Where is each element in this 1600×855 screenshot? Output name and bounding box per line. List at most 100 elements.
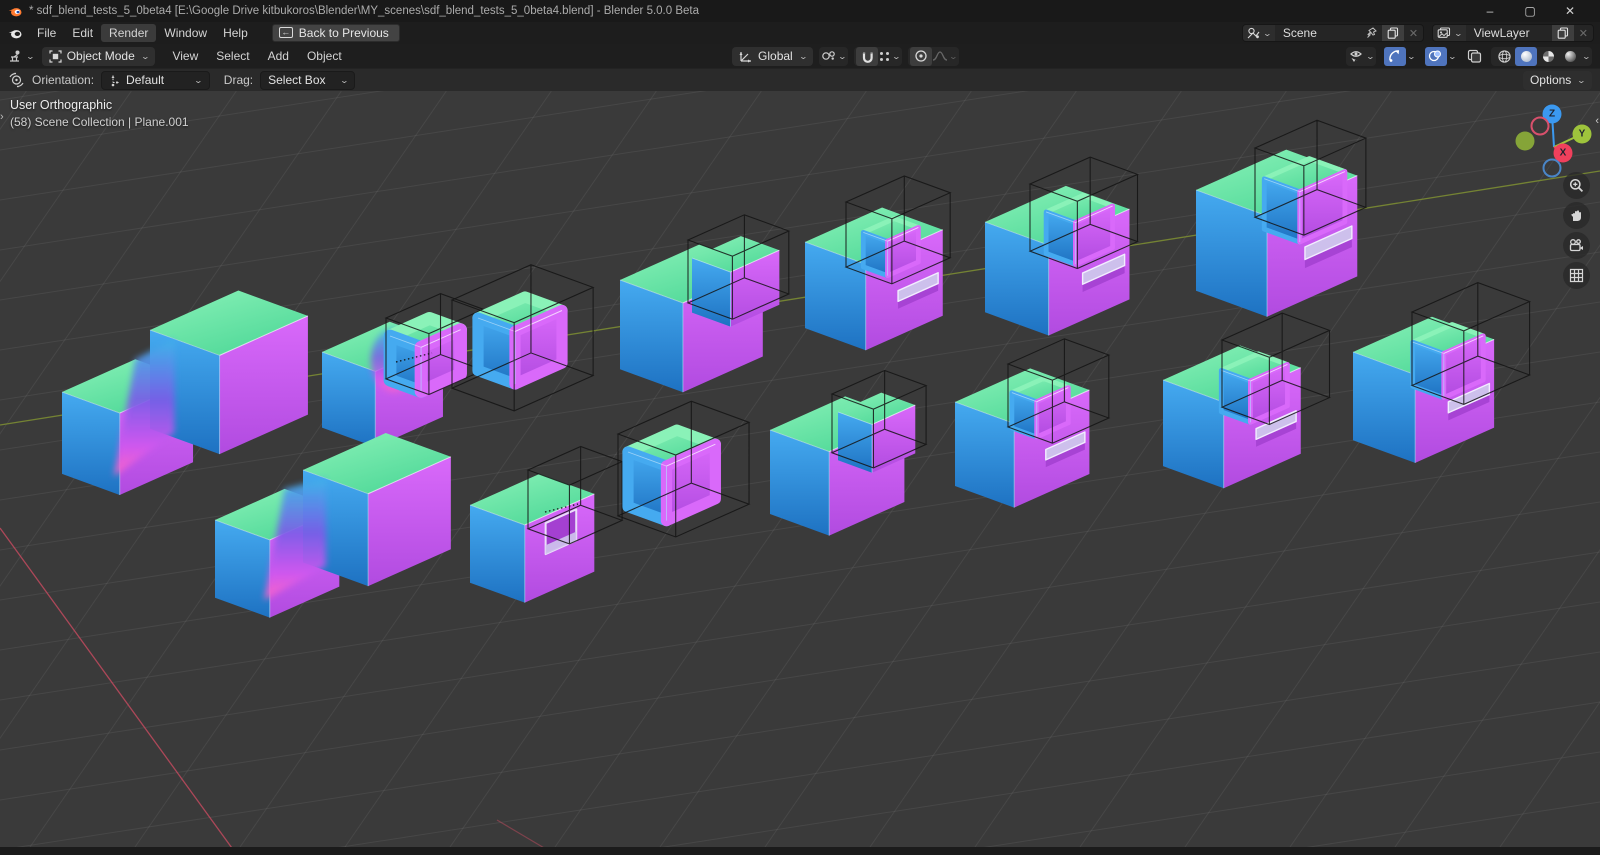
viewport-menu-object[interactable]: Object (298, 47, 351, 65)
new-view-layer-copy-icon[interactable] (1557, 27, 1569, 39)
maximize-button[interactable]: ▢ (1516, 4, 1544, 18)
menu-render[interactable]: Render (101, 24, 157, 42)
sdf-bottom-6-groove[interactable] (1162, 312, 1331, 489)
gizmo-axis-neg-y[interactable] (1515, 131, 1535, 151)
visibility-dropdown[interactable]: ⌄ (1346, 46, 1376, 66)
show-gizmo-toggle[interactable] (1383, 46, 1406, 66)
view-layer-icon (1437, 27, 1451, 38)
shading-wireframe-button[interactable] (1493, 47, 1515, 66)
sdf-bottom-4-union[interactable] (769, 369, 928, 536)
gizmo-axis-neg-z[interactable] (1542, 158, 1562, 178)
object-mode-icon (49, 49, 62, 63)
menu-file[interactable]: File (29, 24, 64, 42)
orientation-default-icon (111, 75, 120, 86)
orientation-dd-chevron-icon: ⌄ (193, 75, 204, 85)
zoom-button[interactable] (1563, 172, 1590, 199)
sdf-top-7-groove[interactable] (1195, 119, 1368, 317)
options-label: Options (1529, 72, 1572, 87)
pan-button[interactable] (1563, 202, 1590, 229)
view-layer-selector[interactable]: ⌄ ViewLayer ✕ (1432, 24, 1594, 42)
falloff-chevron-icon: ⌄ (948, 51, 959, 61)
scene-canvas[interactable] (0, 91, 1600, 847)
orientation-chevron-icon: ⌄ (798, 51, 808, 61)
camera-view-button[interactable] (1563, 232, 1590, 259)
close-button[interactable]: ✕ (1556, 4, 1584, 18)
sdf-bottom-2-notch[interactable] (469, 445, 624, 603)
mode-chevron-icon: ⌄ (140, 51, 150, 61)
viewport-menu-view[interactable]: View (163, 47, 207, 65)
snap-toggle[interactable] (856, 46, 879, 66)
blender-menu-icon[interactable] (8, 27, 23, 40)
shading-chevron-icon[interactable]: ⌄ (1582, 52, 1591, 61)
camera-icon (1569, 239, 1583, 252)
menu-help[interactable]: Help (215, 24, 256, 42)
snap-chevron-icon: ⌄ (891, 51, 902, 61)
mode-dropdown[interactable]: Object Mode ⌄ (41, 46, 156, 66)
wireframe-sphere-icon (1498, 49, 1511, 63)
transform-orientation-label: Global (758, 48, 793, 63)
pivot-point-dropdown[interactable]: ⌄ (819, 46, 849, 66)
sdf-top-5-groove[interactable] (804, 175, 952, 351)
minimize-button[interactable]: – (1476, 4, 1504, 18)
sdf-bottom-3-intersect[interactable] (616, 400, 751, 538)
gizmo-axis-y[interactable]: Y (1572, 124, 1592, 144)
pin-icon[interactable] (1366, 27, 1377, 39)
overlays-chevron-icon[interactable]: ⌄ (1447, 52, 1456, 61)
scene-chevron-icon: ⌄ (1262, 28, 1273, 38)
sdf-bottom-7-groove[interactable] (1352, 282, 1532, 463)
sdf-top-2-smooth-attach[interactable] (321, 293, 485, 448)
remove-view-layer-icon[interactable]: ✕ (1579, 27, 1588, 40)
back-to-previous-button[interactable]: ← Back to Previous (271, 24, 400, 42)
proportional-editing-toggle[interactable] (910, 46, 933, 66)
view-layer-name: ViewLayer (1473, 25, 1530, 40)
shading-rendered-button[interactable] (1559, 47, 1581, 66)
sdf-bottom-5-groove[interactable] (954, 338, 1111, 508)
sdf-top-1-smooth-union[interactable] (61, 290, 309, 495)
scene-icon (1247, 27, 1260, 39)
orientation-dropdown[interactable]: Default ⌄ (101, 70, 210, 90)
shading-material-button[interactable] (1537, 47, 1559, 66)
toolbar-toggle-arrow[interactable]: › (0, 111, 4, 123)
view-perspective-label: User Orthographic (10, 98, 113, 112)
transform-orientation-dropdown[interactable]: Global ⌄ (732, 46, 814, 66)
new-scene-copy-icon[interactable] (1387, 27, 1399, 39)
drag-dd-chevron-icon: ⌄ (339, 75, 349, 85)
blender-logo-icon (8, 7, 22, 16)
orientation-label: Orientation: (32, 73, 95, 87)
menu-edit[interactable]: Edit (64, 24, 101, 42)
sdf-top-3-intersect[interactable] (450, 264, 595, 412)
unlink-scene-icon[interactable]: ✕ (1409, 27, 1418, 40)
drag-dropdown[interactable]: Select Box ⌄ (260, 70, 356, 90)
gizmo-axis-neg-x[interactable] (1530, 116, 1550, 136)
hand-icon (1571, 210, 1581, 221)
viewport-menu-select[interactable]: Select (207, 47, 258, 65)
xray-toggle[interactable] (1463, 47, 1485, 66)
sdf-top-6-groove[interactable] (984, 156, 1139, 336)
ortho-grid-icon (1569, 268, 1584, 283)
editor-type-chevron-icon: ⌄ (25, 51, 36, 61)
x-axis-line-far (496, 819, 544, 847)
active-tool-icon[interactable] (8, 72, 25, 88)
options-dropdown[interactable]: Options ⌄ (1522, 70, 1592, 90)
orientation-value: Default (126, 72, 165, 87)
active-object-breadcrumb: (58) Scene Collection | Plane.001 (10, 115, 189, 129)
view-layer-chevron-icon: ⌄ (1453, 28, 1464, 38)
back-screen-icon: ← (278, 27, 293, 38)
sdf-top-4-union[interactable] (619, 214, 791, 393)
drag-label: Drag: (223, 73, 254, 87)
proportional-circle-icon (915, 50, 927, 62)
snap-settings[interactable]: ⌄ (878, 47, 902, 66)
show-overlays-toggle[interactable] (1424, 46, 1447, 66)
shading-solid-button[interactable] (1515, 46, 1538, 66)
tool-settings-bar: Orientation: Default ⌄ Drag: Select Box … (0, 68, 1600, 91)
gizmo-chevron-icon[interactable]: ⌄ (1407, 52, 1416, 61)
proportional-falloff-dropdown[interactable]: ⌄ (932, 47, 959, 66)
scene-selector[interactable]: ⌄ Scene ✕ (1242, 24, 1425, 42)
menu-window[interactable]: Window (156, 24, 215, 42)
3d-viewport[interactable]: User Orthographic (58) Scene Collection … (0, 91, 1600, 847)
rendered-sphere-icon (1564, 50, 1576, 62)
overlays-group: ⌄ (1423, 46, 1458, 66)
toggle-ortho-button[interactable] (1563, 262, 1590, 289)
editor-type-group[interactable]: ⌄ (8, 49, 36, 64)
viewport-menu-add[interactable]: Add (259, 47, 298, 65)
